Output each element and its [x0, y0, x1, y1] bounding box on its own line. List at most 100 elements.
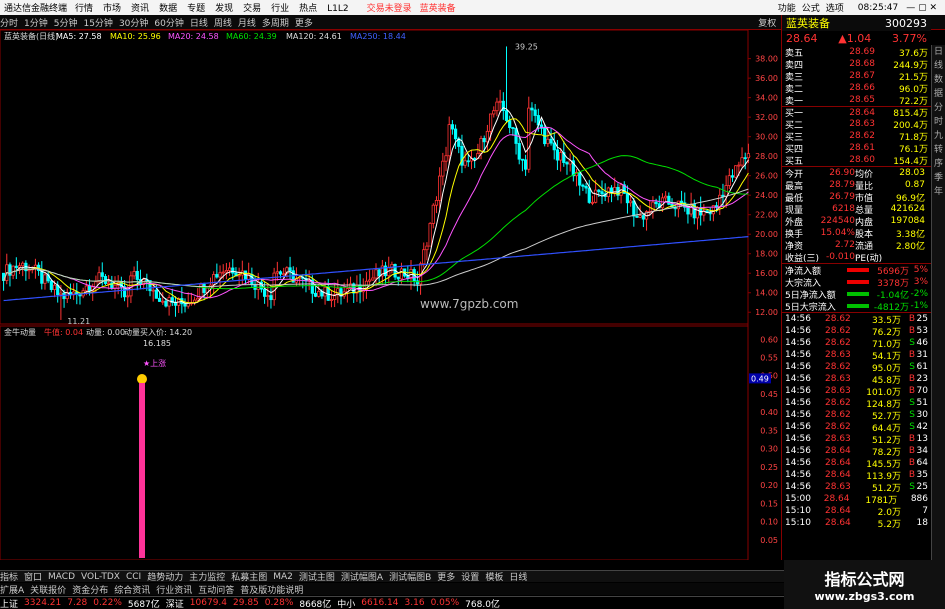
tick-row: 14:56 28.63 51.2万 S 25 — [782, 481, 931, 494]
period-tab[interactable]: 15分钟 — [83, 19, 112, 29]
title-menu-item[interactable]: 选项 — [826, 4, 844, 14]
tick-time: 14:56 — [785, 326, 811, 336]
index-pct: 0.22% — [93, 598, 122, 608]
candle-body — [488, 113, 493, 132]
kline-chart[interactable]: 蓝英装备(日线)MA5: 27.58 MA10: 25.96 MA20: 24.58… — [0, 30, 780, 560]
clock: 08:25:47 — [857, 2, 899, 13]
side-tab[interactable]: 年 — [932, 185, 945, 199]
indicator-tab[interactable]: 主力监控 — [189, 570, 225, 583]
menu-strip[interactable]: 行情 市场 资讯 数据 专题 发现 交易 行业 热点 L1L2 — [75, 1, 359, 14]
period-tab[interactable]: 30分钟 — [119, 19, 148, 29]
info-tab[interactable]: 资金分布 — [72, 583, 108, 596]
side-tab[interactable]: 据 — [932, 87, 945, 101]
indicator-tab[interactable]: 设置 — [461, 570, 479, 583]
period-tab[interactable]: 周线 — [214, 19, 232, 29]
candle-body — [654, 201, 658, 205]
tick-price: 28.62 — [825, 314, 851, 324]
candle-body — [664, 195, 668, 199]
period-tab[interactable]: 5分钟 — [54, 19, 78, 29]
side-tab[interactable]: 转 — [932, 143, 945, 157]
period-tab[interactable]: 1分钟 — [24, 19, 48, 29]
indicator-tab[interactable]: 私募主图 — [231, 570, 267, 583]
period-tab[interactable]: 分时 — [0, 19, 18, 29]
tick-time: 14:56 — [785, 434, 811, 444]
menu-item[interactable]: 热点 — [299, 4, 317, 14]
info-tab[interactable]: 普及版功能说明 — [240, 583, 303, 596]
ind-tick: 0.20 — [760, 481, 778, 490]
info-tab[interactable]: 扩展A — [0, 583, 24, 596]
candle-body — [730, 175, 735, 178]
indicator-tab[interactable]: 指标 — [0, 570, 18, 583]
price-tick: 16.00 — [755, 269, 778, 278]
flow-pct: 5% — [913, 265, 928, 275]
indicator-tab[interactable]: 测试主图 — [299, 570, 335, 583]
indicator-tab[interactable]: 测试幅图A — [341, 570, 383, 583]
side-tab[interactable]: 数 — [932, 73, 945, 87]
trade-alert[interactable]: 交易未登录 — [367, 1, 412, 14]
menu-item[interactable]: 交易 — [243, 4, 261, 14]
index-change: 3.16 — [404, 598, 425, 608]
info-tab[interactable]: 行业资讯 — [156, 583, 192, 596]
quote-level: 卖一 — [785, 96, 804, 107]
period-tab[interactable]: 多周期 — [262, 19, 289, 29]
menu-item[interactable]: 行业 — [271, 4, 289, 14]
stat-cell: 6218 — [832, 204, 855, 214]
indicator-tab[interactable]: 趋势动力 — [147, 570, 183, 583]
menu-item[interactable]: 资讯 — [131, 4, 149, 14]
side-tabs[interactable]: 日线数据分时九转序季年 — [931, 45, 945, 560]
tick-time: 15:10 — [785, 506, 811, 516]
tick-time: 14:56 — [785, 482, 811, 492]
side-tab[interactable]: 季 — [932, 171, 945, 185]
period-tab[interactable]: 更多 — [295, 19, 313, 29]
candle-body — [231, 267, 235, 274]
side-tab[interactable]: 日 — [932, 45, 945, 59]
ma-label: MA60: 24.39 — [226, 32, 277, 41]
candle-body — [221, 271, 225, 274]
period-tabs[interactable]: 分时 1分钟 5分钟 15分钟 30分钟 60分钟 日线 周线 月线 多周期 更多 — [0, 16, 319, 29]
period-tab[interactable]: 60分钟 — [154, 19, 183, 29]
info-tab[interactable]: 关联报价 — [30, 583, 66, 596]
side-tab[interactable]: 分 — [932, 101, 945, 115]
stock-tab[interactable]: 蓝英装备 — [420, 1, 456, 14]
tick-price: 28.64 — [825, 458, 851, 468]
candle-body — [215, 274, 219, 278]
menu-item[interactable]: 市场 — [103, 4, 121, 14]
indicator-val3: 动量买入价: 14.20 — [124, 327, 192, 337]
indicator-tab[interactable]: CCI — [126, 572, 141, 582]
candle-body — [100, 272, 104, 277]
indicator-tab[interactable]: 模板 — [485, 570, 503, 583]
stat-cell: 421624 — [890, 204, 925, 214]
indicator-tab[interactable]: 窗口 — [24, 570, 42, 583]
side-tab[interactable]: 序 — [932, 157, 945, 171]
indicator-tab[interactable]: VOL-TDX — [81, 572, 120, 582]
indicator-tab[interactable]: MA2 — [273, 572, 293, 582]
candle-body — [154, 289, 158, 299]
badge-url: www.zbgs3.com — [814, 590, 915, 603]
side-tab[interactable]: 九 — [932, 129, 945, 143]
title-menu-item[interactable]: 功能 — [778, 4, 796, 14]
chart-area[interactable]: 蓝英装备(日线) MA5: 27.58 MA10: 25.96 MA20: 24.58… — [0, 30, 780, 560]
indicator-tab[interactable]: 日线 — [509, 570, 527, 583]
title-menu-item[interactable]: 公式 — [802, 4, 820, 14]
title-right-menu[interactable]: 功能 公式 选项 — [778, 1, 850, 14]
menu-item[interactable]: 数据 — [159, 4, 177, 14]
window-controls[interactable]: — ▢ ✕ — [906, 3, 937, 13]
flow-bar — [847, 292, 869, 296]
candle-body — [495, 101, 499, 112]
tick-price: 28.64 — [825, 446, 851, 456]
period-tab[interactable]: 月线 — [238, 19, 256, 29]
menu-item[interactable]: 专题 — [187, 4, 205, 14]
side-tab[interactable]: 时 — [932, 115, 945, 129]
indicator-tab[interactable]: 更多 — [437, 570, 455, 583]
indicator-tab[interactable]: 测试幅图B — [389, 570, 431, 583]
menu-item[interactable]: 发现 — [215, 4, 233, 14]
side-tab[interactable]: 线 — [932, 59, 945, 73]
menu-item[interactable]: 行情 — [75, 4, 93, 14]
stat-cell: 15.04% — [820, 228, 855, 238]
info-tab[interactable]: 互动问答 — [198, 583, 234, 596]
menu-item[interactable]: L1L2 — [327, 4, 348, 14]
period-tab[interactable]: 日线 — [190, 19, 208, 29]
info-tab[interactable]: 综合资讯 — [114, 583, 150, 596]
indicator-tab[interactable]: MACD — [48, 572, 75, 582]
chart-tool[interactable]: 复权 — [758, 19, 776, 29]
